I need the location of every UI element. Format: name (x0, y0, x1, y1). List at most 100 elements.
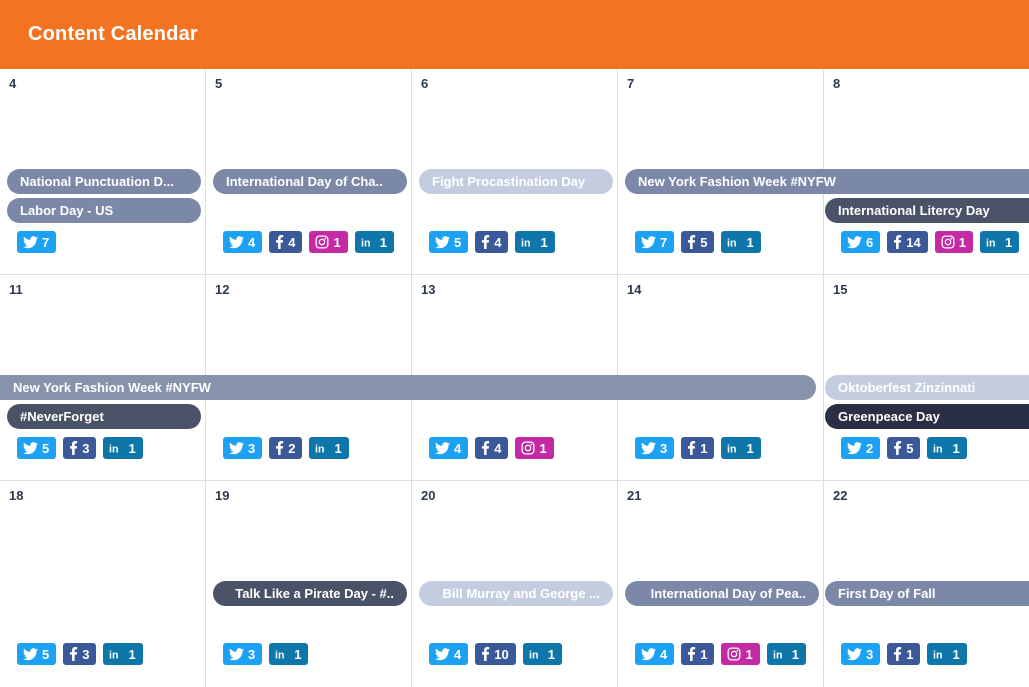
social-badge-facebook[interactable]: 5 (887, 437, 921, 459)
social-badge-facebook[interactable]: 1 (681, 643, 715, 665)
social-badge-group: 4 4 1 (429, 437, 613, 459)
social-badge-twitter[interactable]: 5 (429, 231, 469, 253)
linkedin-icon: in (315, 443, 324, 455)
twitter-icon (229, 235, 244, 248)
badge-count: 5 (42, 646, 50, 662)
social-badge-twitter[interactable]: 7 (635, 231, 675, 253)
day-number: 22 (833, 488, 848, 503)
calendar-event-pill[interactable]: First Day of Fall (825, 581, 1029, 606)
badge-count: 4 (454, 440, 462, 456)
linkedin-icon: in (275, 649, 284, 661)
badge-count: 4 (494, 234, 502, 250)
calendar-event-pill[interactable]: National Punctuation D... (7, 169, 201, 194)
social-badge-twitter[interactable]: 4 (429, 643, 469, 665)
social-badge-facebook[interactable]: 10 (475, 643, 516, 665)
linkedin-icon: in (933, 443, 942, 455)
calendar-event-pill[interactable]: Fight Procastination Day (419, 169, 613, 194)
social-badge-facebook[interactable]: 5 (681, 231, 715, 253)
badge-count: 1 (379, 234, 387, 250)
calendar-event-pill[interactable]: Greenpeace Day (825, 404, 1029, 429)
calendar-event-pill[interactable]: #NeverForget (7, 404, 201, 429)
linkedin-icon: in (361, 237, 370, 249)
day-number: 5 (215, 76, 223, 91)
day-number: 14 (627, 282, 642, 297)
social-badge-linkedin[interactable]: in 1 (354, 231, 394, 253)
badge-count: 1 (746, 440, 754, 456)
social-badge-linkedin[interactable]: in 1 (721, 231, 761, 253)
social-badge-linkedin[interactable]: in 1 (515, 231, 555, 253)
social-badge-linkedin[interactable]: in 1 (766, 643, 806, 665)
social-badge-twitter[interactable]: 3 (635, 437, 675, 459)
calendar-event-pill[interactable]: New York Fashion Week #NYFW (0, 375, 816, 400)
social-badge-linkedin[interactable]: in 1 (522, 643, 562, 665)
social-badge-group: 7 5 in 1 (635, 231, 819, 253)
badge-count: 1 (1004, 234, 1013, 250)
badge-count: 5 (906, 440, 914, 456)
badge-count: 4 (494, 440, 502, 456)
twitter-icon (23, 235, 38, 248)
social-badge-facebook[interactable]: 14 (887, 231, 928, 253)
day-number: 4 (9, 76, 17, 91)
calendar-day-cell[interactable]: 18 5 3 in 1 (0, 481, 206, 687)
calendar-event-pill[interactable]: International Litercy Day (825, 198, 1029, 223)
social-badge-linkedin[interactable]: in 1 (721, 437, 761, 459)
social-badge-linkedin[interactable]: in 1 (269, 643, 309, 665)
social-badge-linkedin[interactable]: in 1 (979, 231, 1020, 253)
calendar-event-pill[interactable]: Talk Like a Pirate Day - #.. (213, 581, 407, 606)
calendar-event-pill[interactable]: Oktoberfest Zinzinnati (825, 375, 1029, 400)
social-badge-instagram[interactable]: 1 (934, 231, 973, 253)
social-badge-linkedin[interactable]: in 1 (103, 643, 143, 665)
social-badge-instagram[interactable]: 1 (309, 231, 348, 253)
badge-count: 3 (248, 440, 256, 456)
instagram-icon (521, 441, 535, 455)
calendar-week-row: 18 5 3 in 1 19 3 in 1 20 4 10 in 1 21 4 1 1 in 1 22 3 1 in 1 Talk… (0, 481, 1029, 687)
social-badge-facebook[interactable]: 2 (269, 437, 303, 459)
social-badge-twitter[interactable]: 3 (223, 643, 263, 665)
social-badge-facebook[interactable]: 4 (269, 231, 303, 253)
svg-text:in: in (727, 237, 736, 249)
social-badge-twitter[interactable]: 5 (17, 437, 57, 459)
linkedin-icon: in (727, 237, 736, 249)
social-badge-twitter[interactable]: 3 (841, 643, 881, 665)
social-badge-linkedin[interactable]: in 1 (309, 437, 349, 459)
calendar-event-pill[interactable]: New York Fashion Week #NYFW (625, 169, 1029, 194)
social-badge-twitter[interactable]: 4 (635, 643, 675, 665)
svg-text:in: in (986, 237, 995, 249)
social-badge-twitter[interactable]: 5 (17, 643, 57, 665)
calendar-event-pill[interactable]: Labor Day - US (7, 198, 201, 223)
linkedin-icon: in (933, 649, 942, 661)
social-badge-twitter[interactable]: 4 (429, 437, 469, 459)
social-badge-facebook[interactable]: 3 (63, 437, 97, 459)
social-badge-twitter[interactable]: 4 (223, 231, 263, 253)
calendar-event-pill[interactable]: International Day of Pea.. (625, 581, 819, 606)
calendar-event-pill[interactable]: Bill Murray and George ... (419, 581, 613, 606)
day-number: 19 (215, 488, 230, 503)
social-badge-facebook[interactable]: 1 (887, 643, 921, 665)
badge-count: 1 (906, 646, 914, 662)
social-badge-twitter[interactable]: 2 (841, 437, 881, 459)
social-badge-facebook[interactable]: 4 (475, 231, 509, 253)
social-badge-facebook[interactable]: 3 (63, 643, 97, 665)
social-badge-group: 3 1 in 1 (635, 437, 819, 459)
twitter-icon (435, 235, 450, 248)
social-badge-facebook[interactable]: 4 (475, 437, 509, 459)
badge-count: 1 (128, 440, 136, 456)
social-badge-instagram[interactable]: 1 (721, 643, 760, 665)
calendar-event-pill[interactable]: International Day of Cha.. (213, 169, 407, 194)
badge-count: 1 (294, 646, 302, 662)
social-badge-facebook[interactable]: 1 (681, 437, 715, 459)
social-badge-linkedin[interactable]: in 1 (927, 643, 967, 665)
social-badge-twitter[interactable]: 7 (17, 231, 57, 253)
social-badge-twitter[interactable]: 3 (223, 437, 263, 459)
facebook-icon (70, 647, 78, 661)
social-badge-twitter[interactable]: 6 (841, 231, 881, 253)
svg-text:in: in (275, 649, 284, 661)
social-badge-instagram[interactable]: 1 (515, 437, 554, 459)
social-badge-linkedin[interactable]: in 1 (927, 437, 967, 459)
instagram-icon (727, 647, 741, 661)
badge-count: 1 (745, 646, 753, 662)
social-badge-linkedin[interactable]: in 1 (103, 437, 143, 459)
badge-count: 1 (128, 646, 136, 662)
svg-text:in: in (109, 649, 118, 661)
badge-count: 10 (494, 646, 509, 662)
